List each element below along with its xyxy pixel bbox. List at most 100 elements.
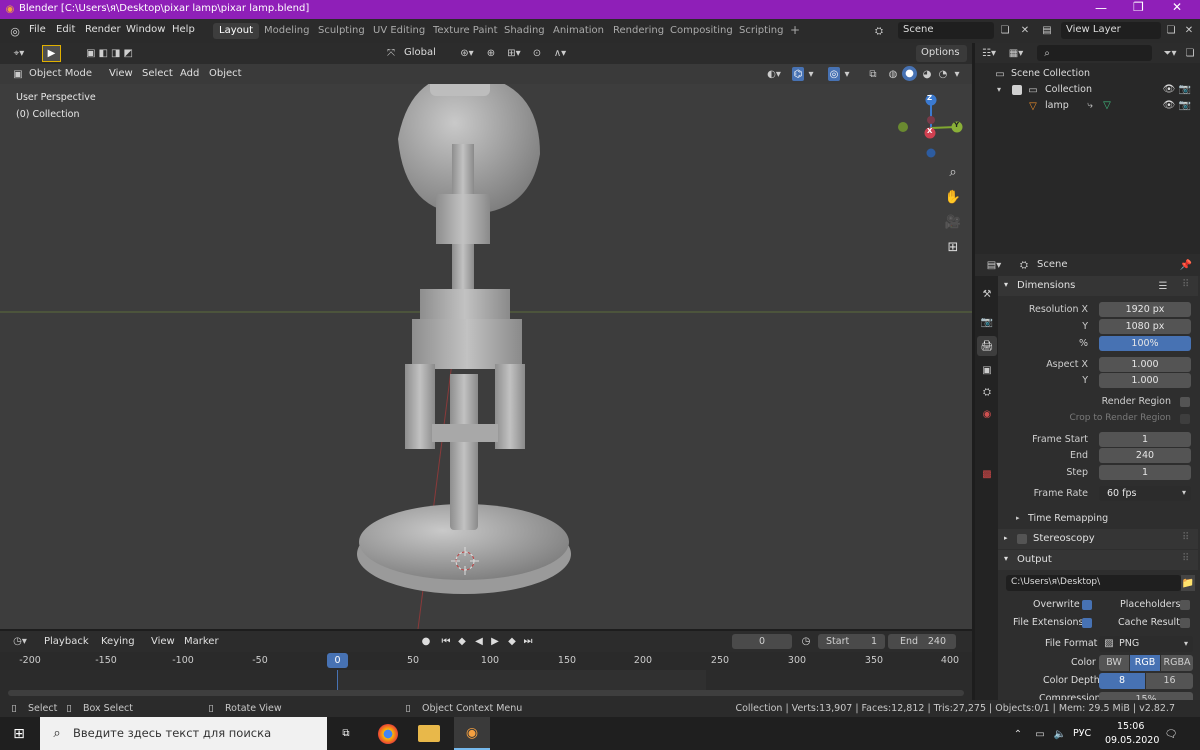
new-collection-icon[interactable]: ❏ [1183,46,1197,60]
timeline-body[interactable] [0,670,972,700]
clock-date[interactable]: 09.05.2020 [1105,735,1159,746]
cache-result-checkbox[interactable] [1180,618,1190,628]
tab-shading[interactable]: Shading [498,23,551,39]
chrome-icon[interactable] [378,724,398,744]
editor-type-icon[interactable]: ⌖▾ [8,46,30,61]
tab-sculpting[interactable]: Sculpting [312,23,371,39]
playhead-marker[interactable]: 0 [327,653,348,668]
menu-edit[interactable]: Edit [56,24,75,35]
tab-uv-editing[interactable]: UV Editing [367,23,431,39]
falloff-icon[interactable]: ∧▾ [548,46,572,61]
select-tool-icon[interactable]: ▶ [42,45,61,62]
world-tab-icon[interactable]: ◉ [979,406,995,422]
preview-range-icon[interactable]: ◷ [799,634,813,649]
timeline-ruler[interactable]: -200 -150 -100 -50 0 50 100 150 200 250 … [0,652,972,670]
color-depth-8-button[interactable]: 8 [1099,673,1145,689]
selection-mode-icons[interactable]: ▣◧◨◩ [75,46,147,61]
render-tab-icon[interactable]: 📷 [979,314,995,330]
resolution-pct-field[interactable]: 100% [1099,336,1191,351]
file-extensions-checkbox[interactable] [1082,618,1092,628]
color-rgba-button[interactable]: RGBA [1161,655,1193,671]
output-drag-icon[interactable]: ⠿ [1182,553,1189,564]
add-workspace-button[interactable]: + [784,21,806,37]
gizmo-toggle-icon[interactable]: ⌬ [792,67,804,81]
minimize-button[interactable]: — [1095,1,1107,15]
task-view-icon[interactable]: ⧉ [338,725,354,741]
resolution-y-field[interactable]: 1080 px [1099,319,1191,334]
timeline-menu-view[interactable]: View [151,636,175,647]
rendered-shading-icon[interactable]: ◔ [936,67,950,81]
tray-expand-icon[interactable]: ⌃ [1011,727,1025,741]
tab-compositing[interactable]: Compositing [664,23,739,39]
outliner-search-input[interactable] [1037,45,1152,61]
scene-tab-icon[interactable]: ⛭ [979,384,995,400]
viewport-menu-view[interactable]: View [109,68,133,79]
tab-scripting[interactable]: Scripting [733,23,789,39]
menu-window[interactable]: Window [126,24,165,35]
color-bw-button[interactable]: BW [1099,655,1129,671]
play-icon[interactable]: ▶ [488,634,502,649]
transform-orientation-select[interactable]: Global [399,45,445,62]
close-button[interactable]: ✕ [1172,0,1182,14]
new-view-layer-icon[interactable]: ❏ [1164,23,1178,37]
stereoscopy-checkbox[interactable] [1017,534,1027,544]
filter-icon[interactable]: ⏷▾ [1160,46,1180,60]
overwrite-checkbox[interactable] [1082,600,1092,610]
resolution-x-field[interactable]: 1920 px [1099,302,1191,317]
options-dropdown[interactable]: Options [916,45,967,62]
play-reverse-icon[interactable]: ◀ [472,634,486,649]
visibility-icon[interactable]: ◐▾ [763,67,785,81]
wireframe-shading-icon[interactable]: ◍ [886,67,900,81]
placeholders-checkbox[interactable] [1180,600,1190,610]
tab-texture-paint[interactable]: Texture Paint [427,23,504,39]
record-icon[interactable]: ● [419,634,433,649]
aspect-y-field[interactable]: 1.000 [1099,373,1191,388]
xray-icon[interactable]: ⧉ [866,67,880,81]
display-mode-icon[interactable]: ▦▾ [1005,46,1027,60]
collection-label[interactable]: Collection [1045,84,1092,95]
time-remapping-expand-icon[interactable]: ▸ [1016,514,1020,522]
blender-menu-icon[interactable]: ◎ [8,24,22,38]
color-depth-16-button[interactable]: 16 [1146,673,1193,689]
delete-scene-icon[interactable]: ✕ [1018,23,1032,37]
shading-dropdown-icon[interactable]: ▾ [952,67,962,81]
collection-render-icon[interactable]: 📷 [1178,83,1192,95]
jump-end-icon[interactable]: ⏭ [521,634,535,649]
stereoscopy-panel-header[interactable]: ▸ Stereoscopy ⠿ [998,529,1198,549]
frame-start-field[interactable]: 1 [1099,432,1191,447]
tab-modeling[interactable]: Modeling [258,23,316,39]
overlays-dropdown-icon[interactable]: ▾ [842,67,852,81]
jump-start-icon[interactable]: ⏮ [439,634,453,649]
current-frame-field[interactable]: 0 [732,634,792,649]
new-scene-icon[interactable]: ❏ [998,23,1012,37]
timeline-editor-icon[interactable]: ◷▾ [8,634,32,649]
frame-end-field[interactable]: 240 [1099,448,1191,463]
view-layer-tab-icon[interactable]: ▣ [979,362,995,378]
windows-start-icon[interactable]: ⊞ [11,726,27,742]
zoom-icon[interactable]: ⌕ [943,162,963,182]
render-region-checkbox[interactable] [1180,397,1190,407]
ortho-grid-icon[interactable]: ⊞ [943,237,963,257]
timeline-scrollbar[interactable] [8,690,964,696]
timeline-menu-playback[interactable]: Playback [44,636,89,647]
menu-render[interactable]: Render [85,24,121,35]
color-rgb-button[interactable]: RGB [1130,655,1160,671]
prev-keyframe-icon[interactable]: ◆ [455,634,469,649]
aspect-x-field[interactable]: 1.000 [1099,357,1191,372]
timeline-menu-marker[interactable]: Marker [184,636,219,647]
volume-icon[interactable]: 🔈 [1053,727,1067,741]
tool-tab-icon[interactable]: ⚒ [979,286,995,302]
file-explorer-icon[interactable] [418,725,440,742]
proportional-editing-icon[interactable]: ⊙ [530,46,544,61]
output-path-input[interactable]: C:\Users\я\Desktop\ [1006,575,1181,591]
tab-layout[interactable]: Layout [213,23,259,39]
notifications-icon[interactable]: 🗨 [1163,726,1179,742]
language-indicator[interactable]: РУС [1073,728,1091,739]
compression-slider[interactable]: 15% [1099,692,1193,700]
pan-hand-icon[interactable]: ✋ [943,187,963,207]
3d-viewport[interactable]: Z Y X User Perspective (0) Collection ⌕ … [0,84,972,629]
viewport-menu-add[interactable]: Add [180,68,199,79]
outliner-editor-icon[interactable]: ☷▾ [978,46,1000,60]
next-keyframe-icon[interactable]: ◆ [505,634,519,649]
viewport-menu-object[interactable]: Object [209,68,242,79]
